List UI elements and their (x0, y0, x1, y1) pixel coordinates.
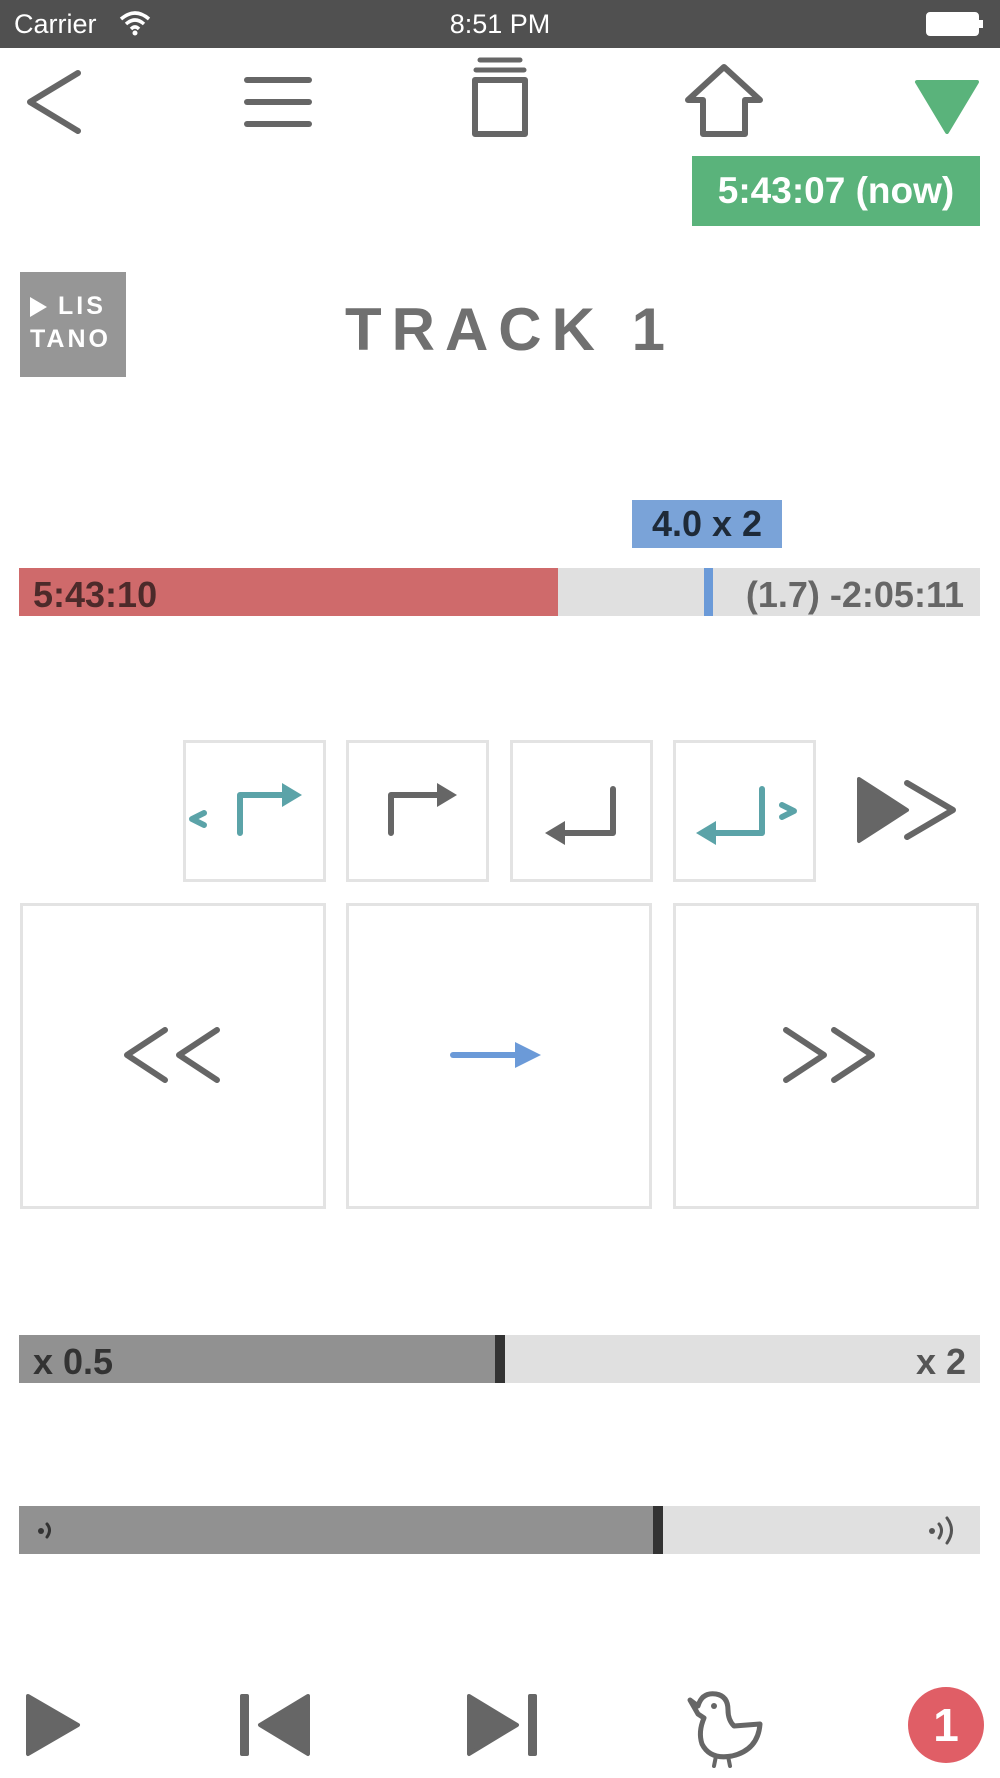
rewind-icon (124, 1027, 220, 1083)
speed-min-label: x 0.5 (33, 1341, 114, 1382)
clipboard-icon[interactable] (470, 56, 530, 138)
logo-text-line2: TANO (30, 325, 111, 353)
volume-slider-thumb[interactable] (653, 1506, 663, 1554)
play-arrow-icon (450, 1042, 541, 1068)
speed-badge: 4.0 x 2 (632, 500, 782, 548)
volume-slider-fill (19, 1506, 657, 1554)
return-icon (545, 786, 616, 845)
listano-logo: LIS TANO (20, 272, 126, 377)
forward-button[interactable] (673, 903, 979, 1209)
rewind-button[interactable] (20, 903, 326, 1209)
speed-max-label: x 2 (915, 1341, 966, 1382)
notification-badge[interactable]: 1 (908, 1687, 984, 1763)
speed-slider[interactable]: x 0.5 x 2 (19, 1335, 980, 1383)
battery-icon (926, 12, 983, 36)
jump-forward-button[interactable] (346, 740, 489, 882)
return-button[interactable] (510, 740, 653, 882)
loop-back-button[interactable] (183, 740, 326, 882)
loop-back-icon (189, 783, 302, 836)
menu-icon[interactable] (244, 74, 312, 130)
clock: 8:51 PM (449, 9, 551, 39)
dropdown-triangle-icon[interactable] (913, 78, 981, 134)
now-button[interactable]: 5:43:07 (now) (692, 156, 980, 226)
back-chevron-icon[interactable] (22, 68, 86, 136)
volume-high-icon (929, 1516, 953, 1545)
position-marker[interactable] (704, 568, 713, 616)
playback-timeline[interactable]: 5:43:10 (1.7) -2:05:11 (19, 568, 980, 616)
bird-icon[interactable] (680, 1688, 766, 1768)
loop-forward-button[interactable] (673, 740, 816, 882)
speed-slider-thumb[interactable] (495, 1335, 505, 1383)
volume-slider[interactable] (19, 1506, 980, 1554)
jump-forward-icon (388, 783, 457, 836)
play-icon[interactable] (24, 1692, 84, 1758)
play-forward-button[interactable] (346, 903, 652, 1209)
loop-forward-icon (696, 786, 797, 845)
forward-icon (783, 1027, 875, 1083)
status-bar: Carrier 8:51 PM (0, 0, 1000, 48)
logo-text-line1: LIS (58, 292, 106, 320)
logo-play-icon (30, 296, 47, 317)
remaining-time: (1.7) -2:05:11 (745, 574, 964, 615)
previous-track-icon[interactable] (238, 1692, 314, 1758)
fast-forward-icon[interactable] (855, 775, 959, 845)
elapsed-time: 5:43:10 (33, 574, 158, 615)
track-title: TRACK 1 (344, 296, 675, 363)
volume-low-icon (38, 1522, 51, 1539)
next-track-icon[interactable] (463, 1692, 539, 1758)
home-icon[interactable] (683, 62, 765, 138)
